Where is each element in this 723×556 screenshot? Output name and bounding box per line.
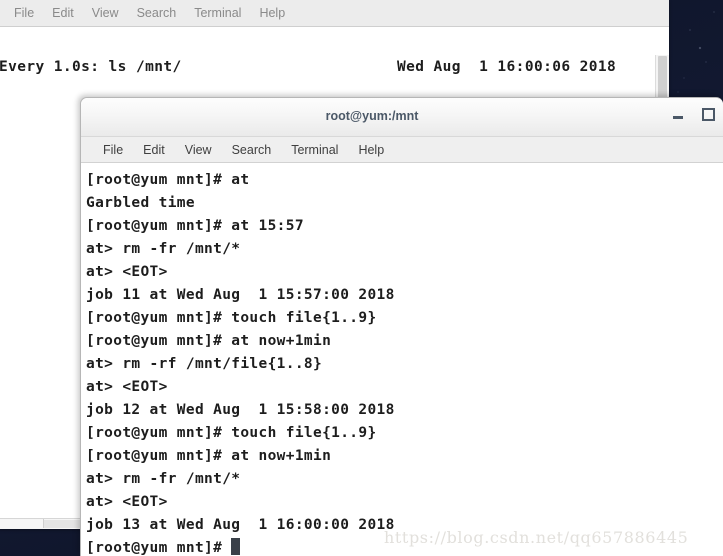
menu-item-search[interactable]: Search (222, 137, 282, 163)
terminal-line: [root@yum mnt]# touch file{1..9} (86, 310, 377, 326)
terminal-line: [root@yum mnt]# at now+1min (86, 448, 332, 464)
menu-item-edit[interactable]: Edit (43, 0, 83, 27)
watch-command-text: Every 1.0s: ls /mnt/ (0, 59, 182, 75)
terminal-line: at> rm -rf /mnt/file{1..8} (86, 356, 323, 372)
menu-item-terminal[interactable]: Terminal (281, 137, 348, 163)
scrollbar-tick (43, 519, 44, 528)
terminal-line: at> <EOT> (86, 264, 168, 280)
menu-item-search[interactable]: Search (128, 0, 186, 27)
terminal-line: [root@yum mnt]# at now+1min (86, 333, 332, 349)
menu-item-help[interactable]: Help (250, 0, 294, 27)
terminal-line: at> <EOT> (86, 379, 168, 395)
menu-item-view[interactable]: View (83, 0, 128, 27)
window-title: root@yum:/mnt (325, 109, 419, 123)
terminal-line: job 13 at Wed Aug 1 16:00:00 2018 (86, 517, 395, 533)
terminal-line: [root@yum mnt]# at (86, 172, 250, 188)
root-terminal-menubar: File Edit View Search Terminal Help (81, 137, 723, 163)
terminal-line: [root@yum mnt]# touch file{1..9} (86, 425, 377, 441)
terminal-line: at> rm -fr /mnt/* (86, 241, 241, 257)
terminal-line: Garbled time (86, 195, 195, 211)
prompt-text: [root@yum mnt]# (86, 540, 232, 556)
menu-item-edit[interactable]: Edit (133, 137, 175, 163)
root-terminal-window[interactable]: root@yum:/mnt File Edit View Search Term… (80, 97, 723, 556)
menu-item-help[interactable]: Help (348, 137, 394, 163)
terminal-prompt-line[interactable]: [root@yum mnt]# (85, 537, 723, 556)
minimize-button[interactable] (672, 109, 684, 121)
terminal-line: [root@yum mnt]# at 15:57 (86, 218, 304, 234)
maximize-button[interactable] (702, 108, 715, 121)
text-cursor (231, 538, 241, 555)
menu-item-file[interactable]: File (93, 137, 133, 163)
window-controls (672, 108, 715, 121)
root-terminal-content[interactable]: [root@yum mnt]# at Garbled time [root@yu… (81, 163, 723, 556)
watch-timestamp-text: Wed Aug 1 16:00:06 2018 (397, 59, 617, 75)
terminal-line: at> rm -fr /mnt/* (86, 471, 241, 487)
terminal-line: job 12 at Wed Aug 1 15:58:00 2018 (86, 402, 395, 418)
watch-header-row: Every 1.0s: ls /mnt/ Wed Aug 1 16:00:06 … (0, 59, 653, 75)
titlebar[interactable]: root@yum:/mnt (81, 98, 723, 137)
watch-terminal-menubar: File Edit View Search Terminal Help (0, 0, 669, 27)
screen: File Edit View Search Terminal Help Ever… (0, 0, 723, 556)
menu-item-file[interactable]: File (5, 0, 43, 27)
menu-item-view[interactable]: View (175, 137, 222, 163)
terminal-line: at> <EOT> (86, 494, 168, 510)
terminal-line: job 11 at Wed Aug 1 15:57:00 2018 (86, 287, 395, 303)
menu-item-terminal[interactable]: Terminal (185, 0, 250, 27)
